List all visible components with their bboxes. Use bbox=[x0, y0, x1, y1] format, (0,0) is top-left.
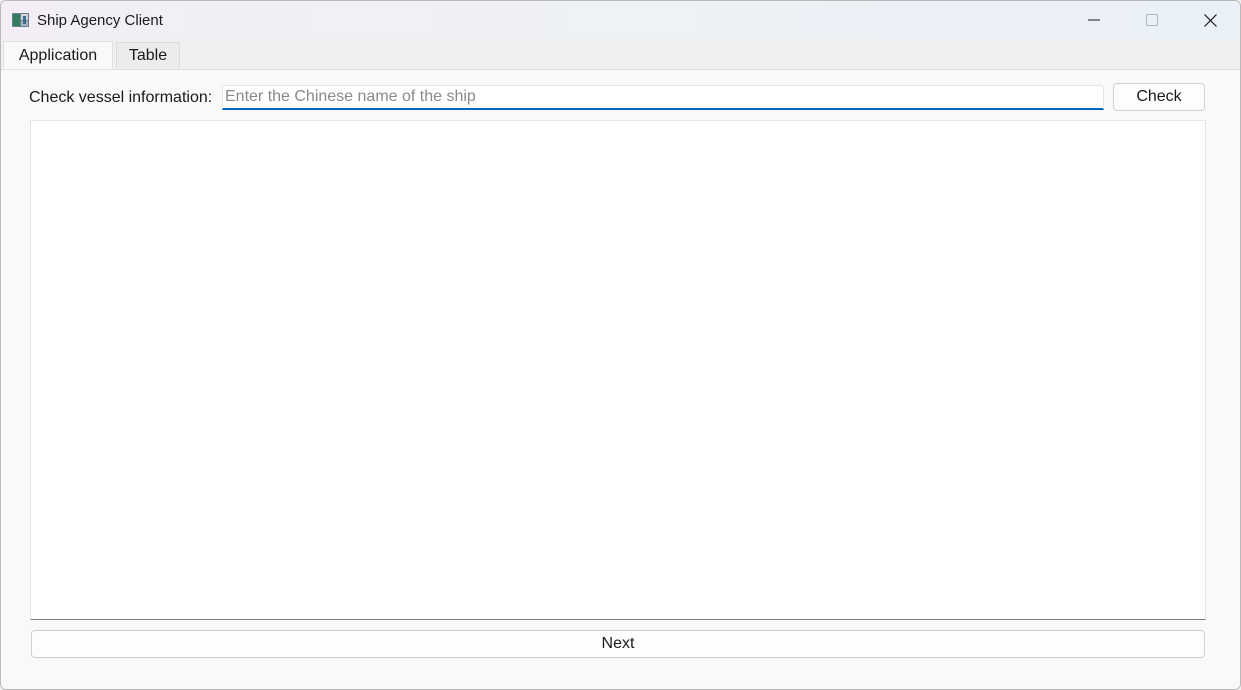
window-title: Ship Agency Client bbox=[37, 12, 163, 29]
close-icon bbox=[1203, 13, 1217, 27]
check-button[interactable]: Check bbox=[1113, 83, 1205, 111]
search-label: Check vessel information: bbox=[29, 89, 213, 106]
minimize-button[interactable] bbox=[1065, 1, 1123, 39]
vessel-info-display[interactable] bbox=[30, 120, 1206, 620]
title-bar[interactable]: Ship Agency Client bbox=[1, 1, 1240, 39]
ship-agency-app-icon bbox=[12, 13, 29, 27]
app-window: Ship Agency Client Application Table Che… bbox=[0, 0, 1241, 690]
application-panel: Check vessel information: Check Next bbox=[1, 70, 1240, 689]
next-button[interactable]: Next bbox=[31, 630, 1205, 658]
tab-bar: Application Table bbox=[1, 39, 1240, 70]
tab-application[interactable]: Application bbox=[3, 41, 113, 69]
tab-table[interactable]: Table bbox=[116, 42, 180, 68]
maximize-icon bbox=[1146, 14, 1158, 26]
maximize-button[interactable] bbox=[1123, 1, 1181, 39]
close-button[interactable] bbox=[1181, 1, 1239, 39]
ship-name-input[interactable] bbox=[222, 85, 1104, 110]
minimize-icon bbox=[1088, 19, 1100, 21]
